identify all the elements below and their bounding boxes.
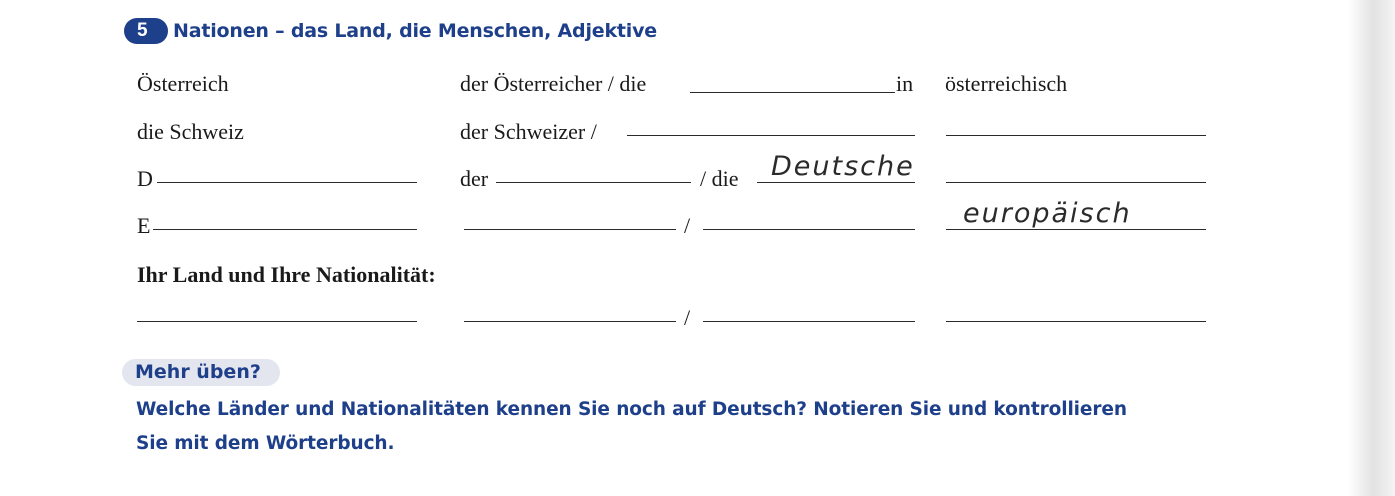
handwritten-europaeisch: europäisch bbox=[963, 198, 1132, 229]
blank-female-e[interactable] bbox=[703, 229, 915, 230]
blank-male-d[interactable] bbox=[496, 182, 691, 183]
instructions-line-1: Welche Länder und Nationalitäten kennen … bbox=[136, 399, 1127, 420]
own-country-label: Ihr Land und Ihre Nationalität: bbox=[137, 262, 436, 287]
blank-own-country[interactable] bbox=[137, 321, 417, 322]
more-practice-instructions: Welche Länder und Nationalitäten kennen … bbox=[136, 393, 1256, 461]
blank-country-e[interactable] bbox=[153, 229, 417, 230]
blank-switzerland-adjective[interactable] bbox=[946, 135, 1206, 136]
blank-austria-female[interactable] bbox=[690, 92, 895, 93]
exercise-title: Nationen – das Land, die Menschen, Adjek… bbox=[173, 20, 657, 42]
country-e-prefix: E bbox=[137, 213, 151, 238]
country-switzerland: die Schweiz bbox=[137, 119, 244, 144]
blank-own-male[interactable] bbox=[464, 321, 676, 322]
handwritten-deutsche: Deutsche bbox=[771, 151, 915, 182]
exercise-number-badge: 5 bbox=[124, 18, 168, 44]
country-austria: Österreich bbox=[137, 71, 229, 96]
country-d-prefix: D bbox=[137, 166, 153, 191]
person-prefix-austria: der Österreicher / die bbox=[460, 71, 647, 96]
adjective-austria: österreichisch bbox=[945, 71, 1068, 96]
blank-own-female[interactable] bbox=[703, 321, 915, 322]
exercise-header: 5 Nationen – das Land, die Menschen, Adj… bbox=[124, 16, 657, 46]
person-suffix-austria: in bbox=[896, 71, 914, 96]
person-prefix-switzerland: der Schweizer / bbox=[460, 119, 597, 144]
male-prefix-d: der bbox=[460, 166, 489, 191]
blank-adjective-d[interactable] bbox=[946, 182, 1206, 183]
blank-adjective-e[interactable] bbox=[946, 229, 1206, 230]
more-practice-label: Mehr üben? bbox=[135, 361, 261, 383]
slash-own: / bbox=[684, 305, 691, 330]
slash-e: / bbox=[684, 213, 691, 238]
blank-country-d[interactable] bbox=[157, 182, 417, 183]
page-edge-shadow bbox=[1347, 0, 1395, 496]
female-prefix-d: / die bbox=[700, 166, 739, 191]
blank-own-adjective[interactable] bbox=[946, 321, 1206, 322]
blank-switzerland-female[interactable] bbox=[627, 135, 915, 136]
blank-female-d[interactable] bbox=[757, 182, 915, 183]
blank-male-e[interactable] bbox=[464, 229, 676, 230]
instructions-line-2: Sie mit dem Wörterbuch. bbox=[136, 433, 395, 454]
